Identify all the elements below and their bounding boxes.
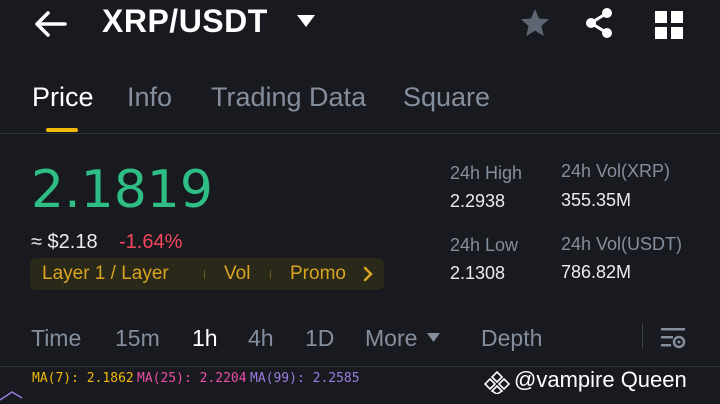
ma7-label: MA(7): 2.1862 [32,371,134,386]
watermark-text: @vampire Queen [514,367,687,392]
back-arrow-icon[interactable] [34,10,68,38]
tab-trading-data[interactable]: Trading Data [211,82,366,113]
vol-base-label: 24h Vol(XRP) [561,161,671,181]
vol-quote-value: 786.82M [561,262,632,282]
share-icon[interactable] [582,6,616,40]
vol-quote-label: 24h Vol(USDT) [561,234,683,254]
interval-4h[interactable]: 4h [248,325,274,352]
interval-15m[interactable]: 15m [115,325,160,352]
ma99-label: MA(99): 2.2585 [250,371,360,386]
price-change-percent: -1.64% [119,231,183,253]
tag-bar[interactable]: Layer 1 / Layer Vol Promo [30,258,384,290]
vol-base-value: 355.35M [561,190,632,210]
section-tabs: Price Info Trading Data Square [0,70,720,134]
chart-settings-icon[interactable] [660,326,686,350]
tab-info[interactable]: Info [127,82,172,113]
grid-menu-icon[interactable] [652,8,686,42]
active-tab-indicator [46,128,78,132]
tag-layer[interactable]: Layer 1 / Layer [42,263,169,285]
chevron-right-icon[interactable] [362,266,374,282]
caret-down-icon[interactable] [427,333,440,342]
low-label: 24h Low [450,235,519,255]
watermark-logo-icon [484,370,510,394]
high-value: 2.2938 [450,191,506,211]
interval-1d[interactable]: 1D [305,325,334,352]
top-bar: XRP/USDT [0,0,720,52]
last-price: 2.1819 [31,160,213,220]
low-value: 2.1308 [450,263,506,283]
ma25-label: MA(25): 2.2204 [137,371,247,386]
usd-price: ≈ $2.18 [31,231,98,253]
pair-title[interactable]: XRP/USDT [102,3,268,40]
tag-promo[interactable]: Promo [290,263,346,285]
interval-1h[interactable]: 1h [192,325,218,352]
tag-divider [270,270,271,279]
tag-vol[interactable]: Vol [224,263,250,285]
depth-tab[interactable]: Depth [481,325,542,352]
star-icon[interactable] [518,6,552,40]
interval-time[interactable]: Time [31,325,81,352]
caret-down-icon[interactable] [296,14,316,28]
tab-square[interactable]: Square [403,82,490,113]
tab-price[interactable]: Price [32,82,94,113]
vertical-divider [642,323,643,349]
high-label: 24h High [450,163,523,183]
interval-more[interactable]: More [365,325,417,352]
tag-divider [204,270,205,279]
